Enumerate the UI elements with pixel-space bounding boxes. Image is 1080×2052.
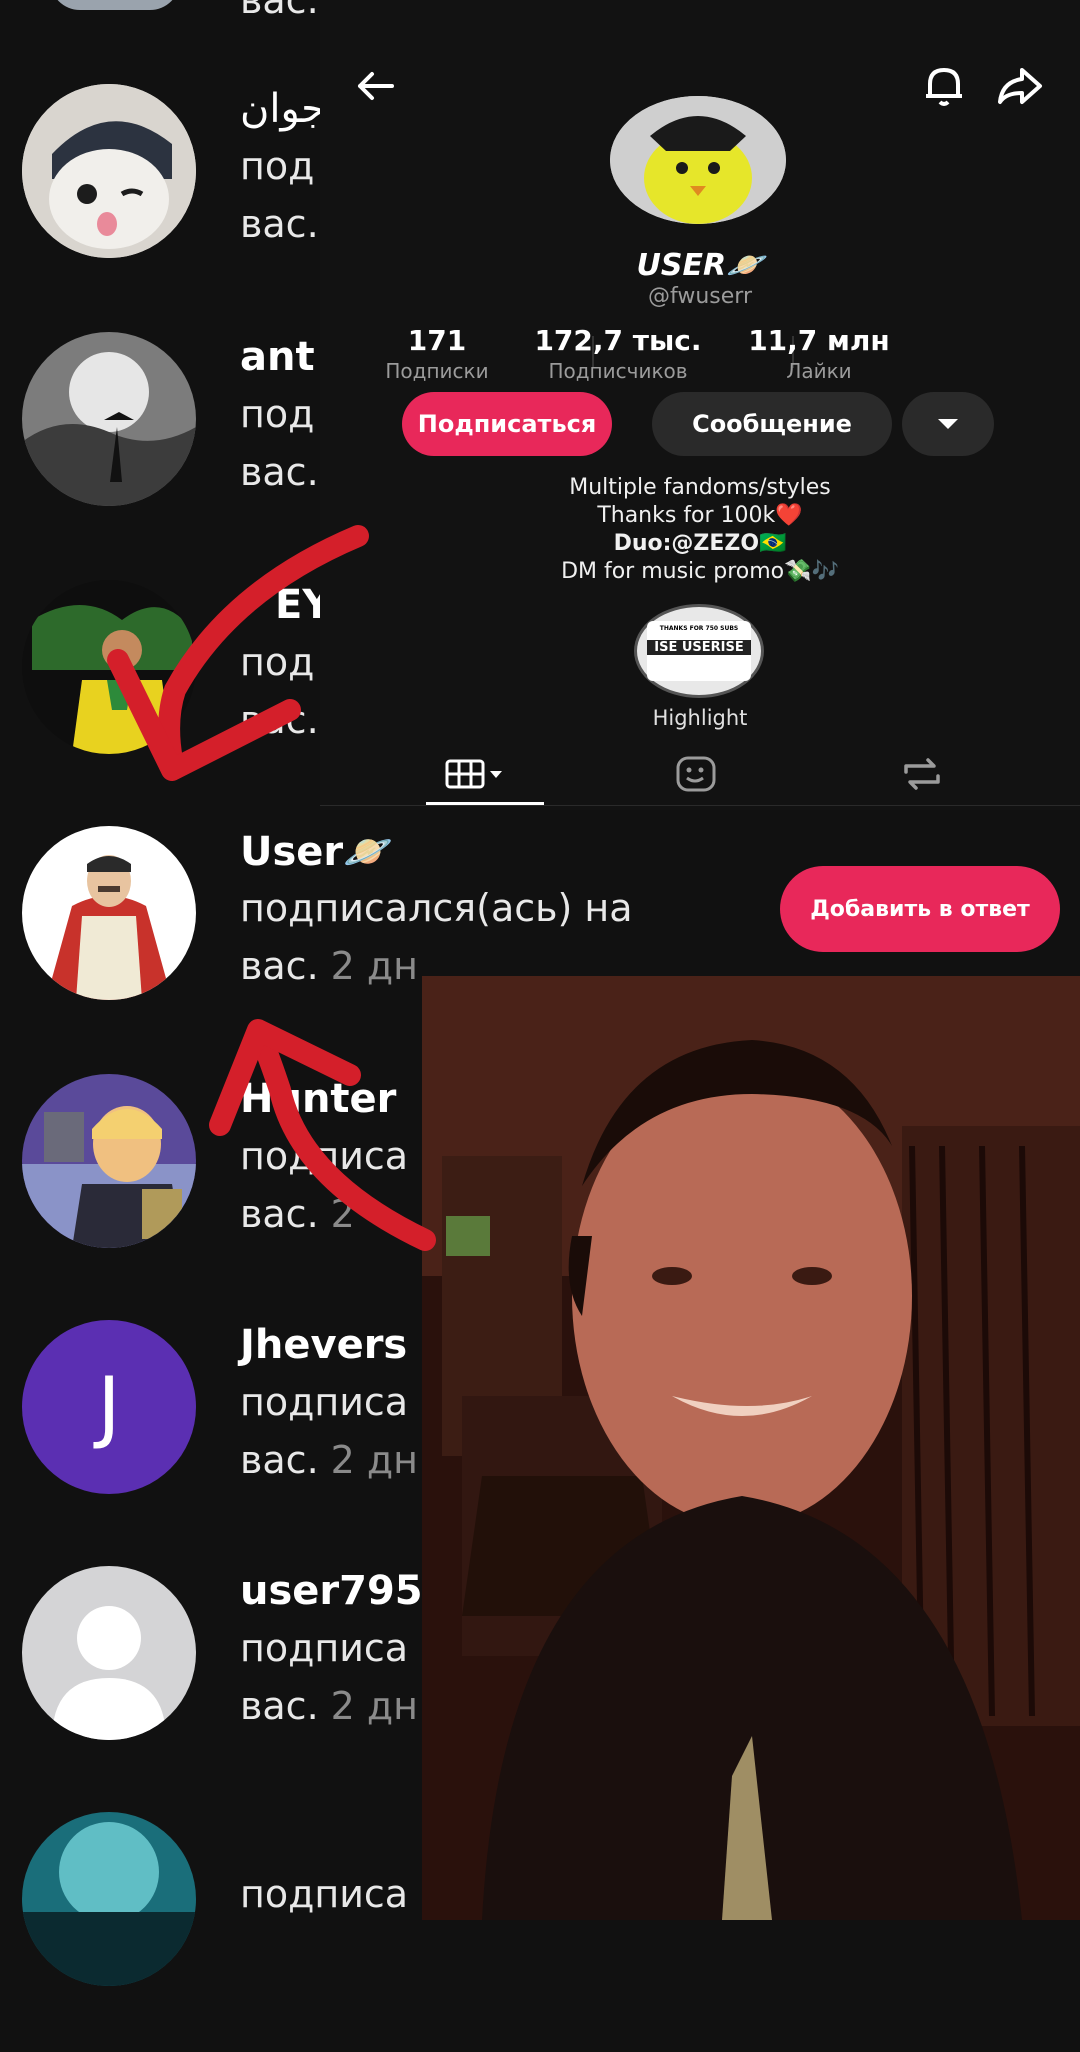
- likes-count: 11,7 млн: [748, 324, 890, 357]
- notification-text: подписа: [240, 1380, 409, 1424]
- profile-avatar[interactable]: [610, 96, 786, 224]
- avatar[interactable]: [22, 580, 196, 754]
- highlight-text-bottom: ISE USERISE: [647, 640, 751, 655]
- notification-time: 2: [330, 1192, 355, 1236]
- caret-down-icon: [938, 419, 958, 429]
- follow-button[interactable]: Подписаться: [402, 392, 612, 456]
- profile-panel: USER🪐 @fwuserr 171 Подписки 172,7 тыс. П…: [320, 0, 1080, 810]
- notification-text-2: вас.: [240, 698, 319, 742]
- list-item[interactable]: J Jhevers подписа вас. 2 дн: [0, 1320, 420, 1560]
- followers-label: Подписчиков: [548, 359, 688, 383]
- notification-text: под: [240, 144, 315, 188]
- notification-time: 2 дн: [330, 944, 419, 988]
- followers-count: 172,7 тыс.: [534, 324, 702, 357]
- notification-text: подписа: [240, 1626, 409, 1670]
- notification-text-2: вас. 2 дн: [240, 1438, 419, 1482]
- following-count: 171: [407, 324, 467, 357]
- username[interactable]: user795: [240, 1568, 423, 1614]
- back-arrow-icon[interactable]: [348, 58, 404, 114]
- more-dropdown-button[interactable]: [902, 392, 994, 456]
- default-avatar[interactable]: [22, 1566, 196, 1740]
- repost-icon[interactable]: [900, 756, 944, 792]
- bell-icon[interactable]: [916, 58, 972, 114]
- reposts-sticker-icon[interactable]: [676, 756, 716, 792]
- profile-bio: Multiple fandoms/styles Thanks for 100k❤…: [320, 474, 1080, 586]
- username[interactable]: User🪐: [240, 828, 393, 875]
- bio-line: Multiple fandoms/styles: [569, 475, 831, 500]
- partial-top-avatar: [50, 0, 180, 10]
- webcam-video: [422, 976, 1080, 1920]
- notification-text: подписа: [240, 1872, 409, 1916]
- likes-label: Лайки: [786, 359, 852, 383]
- username[interactable]: ant: [240, 334, 315, 380]
- likes-stat[interactable]: 11,7 млн Лайки: [724, 324, 914, 383]
- notification-text-2: вас. 2: [240, 1192, 355, 1236]
- notification-time: 2 дн: [330, 1438, 419, 1482]
- followers-stat[interactable]: 172,7 тыс. Подписчиков: [528, 324, 708, 383]
- add-to-reply-button[interactable]: Добавить в ответ: [780, 866, 1060, 952]
- username[interactable]: Hunter: [240, 1076, 396, 1122]
- notification-text-2: вас. 2 дн: [240, 1684, 419, 1728]
- profile-handle: @fwuserr: [648, 284, 752, 309]
- notification-text-2: вас.: [240, 450, 319, 494]
- avatar[interactable]: [22, 1812, 196, 1986]
- notification-text: подписа: [240, 1134, 409, 1178]
- highlight-label: Highlight: [652, 706, 748, 730]
- highlight-thumbnail[interactable]: THANKS FOR 750 SUBS ISE USERISE: [634, 604, 764, 698]
- tab-divider: [320, 805, 1080, 806]
- notification-text-2: вас.: [240, 202, 319, 246]
- notification-text: под: [240, 392, 315, 436]
- notification-text: под: [240, 640, 315, 684]
- list-item[interactable]: user795 подписа вас. 2 дн: [0, 1566, 423, 1806]
- avatar[interactable]: J: [22, 1320, 196, 1494]
- share-icon[interactable]: [992, 58, 1048, 114]
- profile-username: USER🪐: [636, 248, 764, 283]
- avatar[interactable]: [22, 1074, 196, 1248]
- bio-line: DM for music promo💸🎶: [561, 559, 839, 584]
- username[interactable]: جوان: [240, 86, 326, 132]
- username[interactable]: Jhevers: [240, 1322, 407, 1368]
- avatar-letter: J: [97, 1362, 121, 1452]
- avatar[interactable]: [22, 826, 196, 1000]
- grid-tab-icon[interactable]: [444, 756, 506, 792]
- following-stat[interactable]: 171 Подписки: [342, 324, 532, 383]
- notification-text-2: вас. 2 дн: [240, 944, 419, 988]
- bio-line: Duo:@ZEZO🇧🇷: [613, 531, 787, 556]
- highlight-text-top: THANKS FOR 750 SUBS: [659, 625, 739, 632]
- avatar[interactable]: [22, 332, 196, 506]
- message-button[interactable]: Сообщение: [652, 392, 892, 456]
- list-item[interactable]: Hunter подписа вас. 2: [0, 1074, 420, 1314]
- bio-line: Thanks for 100k❤️: [597, 503, 803, 528]
- highlight-card: THANKS FOR 750 SUBS ISE USERISE: [647, 621, 751, 681]
- avatar[interactable]: [22, 84, 196, 258]
- notification-time: 2 дн: [330, 1684, 419, 1728]
- following-label: Подписки: [385, 359, 489, 383]
- list-item[interactable]: подписа: [0, 1812, 420, 2052]
- webcam-overlay: [422, 976, 1080, 1920]
- notification-text: подписался(ась) на: [240, 886, 633, 930]
